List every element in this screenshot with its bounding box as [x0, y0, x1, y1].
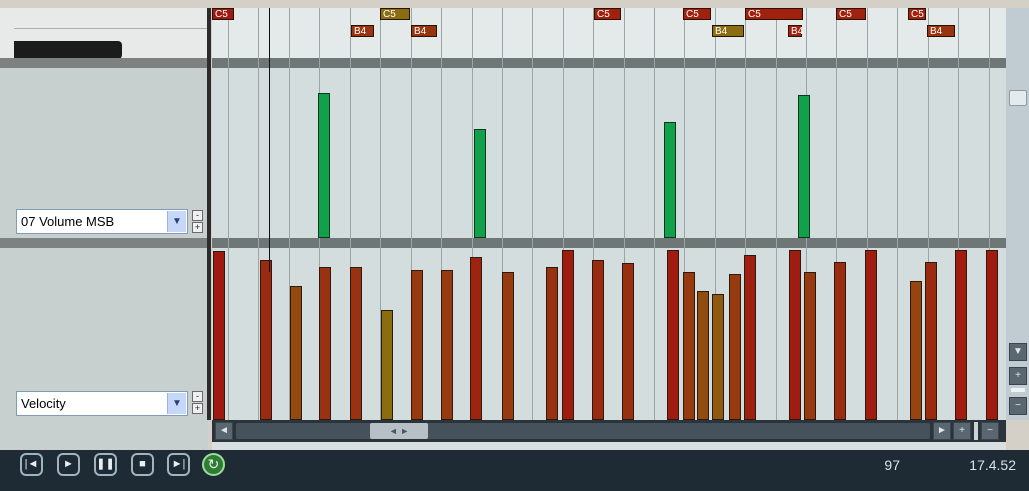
skip-end-icon[interactable]: ►|	[167, 453, 190, 476]
velocity-bar[interactable]	[712, 294, 724, 420]
vertical-zoom-in-button[interactable]: +	[1009, 367, 1027, 385]
zoom-out-button[interactable]: −	[981, 422, 999, 440]
scroll-down-button[interactable]: ▼	[1009, 343, 1027, 361]
midi-note[interactable]: B4	[712, 25, 744, 37]
velocity-bar[interactable]	[213, 251, 225, 420]
lane-controls-panel: 07 Volume MSB ▼ - + Velocity ▼ - +	[0, 0, 208, 450]
velocity-readout: 97	[884, 457, 900, 473]
velocity-lane-select-value: Velocity	[21, 396, 66, 411]
grid-line	[258, 8, 259, 420]
lane-divider[interactable]	[0, 238, 208, 248]
velocity-lane-collapse-button[interactable]: -	[192, 391, 203, 402]
velocity-bar[interactable]	[622, 263, 634, 420]
grid-line	[654, 8, 655, 420]
cc-bar[interactable]	[798, 95, 810, 238]
cc-lane[interactable]	[212, 68, 1006, 238]
midi-note[interactable]: C5	[908, 8, 926, 20]
velocity-bar[interactable]	[411, 270, 423, 420]
chevron-down-icon[interactable]: ▼	[167, 211, 186, 232]
loop-icon[interactable]: ↻	[202, 453, 225, 476]
position-readout: 17.4.52	[969, 457, 1016, 473]
velocity-bar[interactable]	[502, 272, 514, 420]
velocity-bar[interactable]	[470, 257, 482, 420]
velocity-bar[interactable]	[697, 291, 709, 420]
cc-bar[interactable]	[318, 93, 330, 238]
midi-note[interactable]: C5	[683, 8, 711, 20]
velocity-bar[interactable]	[350, 267, 362, 420]
zoom-in-button[interactable]: +	[953, 422, 971, 440]
skip-start-icon[interactable]: |◄	[20, 453, 43, 476]
midi-note[interactable]: C5	[745, 8, 803, 20]
velocity-lane[interactable]	[212, 248, 1006, 420]
velocity-bar[interactable]	[925, 262, 937, 420]
velocity-bar[interactable]	[592, 260, 604, 420]
velocity-bar[interactable]	[729, 274, 741, 420]
cc-bar[interactable]	[664, 122, 676, 238]
lane-divider[interactable]	[212, 238, 1006, 248]
panel-border	[207, 0, 211, 420]
velocity-bar[interactable]	[789, 250, 801, 420]
keyboard-area	[0, 0, 208, 59]
midi-note[interactable]: B4	[788, 25, 803, 37]
cc-lane-select-value: 07 Volume MSB	[21, 214, 115, 229]
velocity-bar[interactable]	[260, 260, 272, 420]
zoom-slider-handle[interactable]	[974, 422, 978, 440]
cc-lane-expand-button[interactable]: +	[192, 222, 203, 233]
lane-divider[interactable]	[0, 58, 208, 68]
velocity-bar[interactable]	[546, 267, 558, 420]
grid-line	[228, 8, 229, 420]
velocity-bar[interactable]	[290, 286, 302, 420]
midi-note[interactable]: C5	[594, 8, 621, 20]
play-cursor	[269, 8, 270, 272]
piano-black-key[interactable]	[14, 41, 122, 59]
scroll-left-button[interactable]: ◄	[215, 422, 233, 440]
vertical-scroll-thumb[interactable]	[1009, 90, 1027, 106]
midi-editor: 07 Volume MSB ▼ - + Velocity ▼ - + C5 C5 B…	[0, 0, 1029, 491]
velocity-bar[interactable]	[381, 310, 393, 420]
vertical-zoom-handle[interactable]	[1011, 388, 1025, 392]
velocity-bar[interactable]	[319, 267, 331, 420]
velocity-bar[interactable]	[667, 250, 679, 420]
scroll-track[interactable]: ◄ ►	[236, 423, 930, 439]
midi-note[interactable]: C5	[836, 8, 866, 20]
cc-bar[interactable]	[474, 129, 486, 238]
velocity-bar[interactable]	[955, 250, 967, 420]
grid-line	[532, 8, 533, 420]
piano-roll-grid[interactable]: C5 C5 B4 B4 C5 C5 B4 C5 B4 C5 C5 B4	[212, 8, 1006, 450]
stop-icon[interactable]: ■	[131, 453, 154, 476]
velocity-bar[interactable]	[804, 272, 816, 420]
scroll-right-button[interactable]: ►	[933, 422, 951, 440]
velocity-lane-select[interactable]: Velocity ▼	[16, 391, 188, 416]
velocity-bar[interactable]	[744, 255, 756, 420]
chevron-down-icon[interactable]: ▼	[167, 393, 186, 414]
midi-note[interactable]: B4	[411, 25, 437, 37]
velocity-bar[interactable]	[562, 250, 574, 420]
top-edge	[0, 0, 1029, 8]
midi-note[interactable]: B4	[351, 25, 374, 37]
cc-lane-collapse-button[interactable]: -	[192, 210, 203, 221]
velocity-bar[interactable]	[865, 250, 877, 420]
lane-divider[interactable]	[212, 58, 1006, 68]
grid-line	[776, 8, 777, 420]
velocity-bar[interactable]	[834, 262, 846, 420]
velocity-bar[interactable]	[683, 272, 695, 420]
midi-note[interactable]: B4	[927, 25, 955, 37]
cc-lane-select[interactable]: 07 Volume MSB ▼	[16, 209, 188, 234]
velocity-bar[interactable]	[441, 270, 453, 420]
velocity-bar[interactable]	[910, 281, 922, 420]
grid-line	[897, 8, 898, 420]
horizontal-scrollbar[interactable]: ◄ ◄ ► ► + −	[212, 420, 1006, 442]
vertical-scrollbar[interactable]: ▼ + −	[1006, 8, 1029, 420]
midi-note[interactable]: C5	[380, 8, 410, 20]
pause-icon[interactable]: ❚❚	[94, 453, 117, 476]
velocity-bar[interactable]	[986, 250, 998, 420]
vertical-zoom-out-button[interactable]: −	[1009, 397, 1027, 415]
velocity-lane-expand-button[interactable]: +	[192, 403, 203, 414]
piano-key-divider	[14, 28, 208, 29]
scroll-thumb[interactable]: ◄ ►	[370, 423, 428, 439]
midi-note[interactable]: C5	[212, 8, 234, 20]
play-icon[interactable]: ►	[57, 453, 80, 476]
